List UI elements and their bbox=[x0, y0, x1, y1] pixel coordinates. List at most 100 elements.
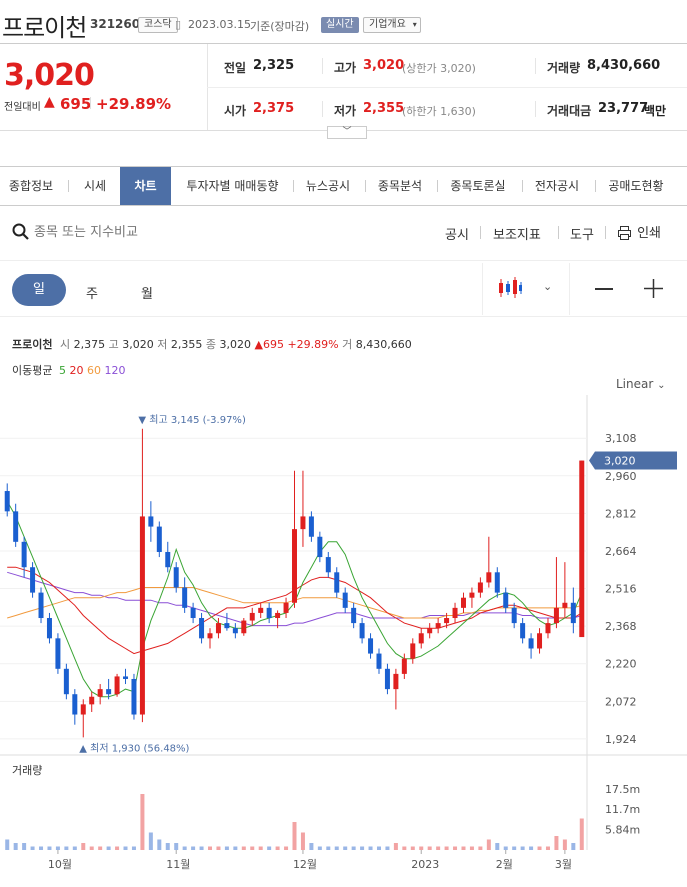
info-high-label: 고 bbox=[108, 338, 119, 351]
tab-investor-trading[interactable]: 투자자별 매매동향 bbox=[175, 167, 290, 205]
tab-analysis[interactable]: 종목분석 bbox=[369, 167, 431, 205]
candle-body bbox=[266, 607, 272, 619]
candle-body bbox=[469, 592, 475, 598]
candle-body bbox=[545, 623, 551, 634]
info-volume-label: 거 bbox=[342, 338, 353, 351]
candlestick-icon[interactable] bbox=[497, 277, 523, 299]
info-change-pct: +29.89% bbox=[287, 338, 339, 351]
price-chart[interactable]: 3,108 2,960 2,812 2,664 2,516 2,368 2,220 2,072… bbox=[0, 395, 687, 887]
max-price-annotation: ▼ 최고 3,145 (-3.97%) bbox=[138, 414, 246, 426]
zoom-in-icon[interactable] bbox=[644, 279, 663, 298]
divider bbox=[595, 180, 596, 192]
print-button[interactable]: 인쇄 bbox=[617, 222, 661, 241]
candle-body bbox=[207, 633, 213, 639]
volume-bar bbox=[148, 832, 153, 850]
y-tick-label: 2,812 bbox=[605, 507, 637, 520]
volume-bar bbox=[402, 846, 407, 850]
y-tick-label: 2,072 bbox=[605, 695, 637, 708]
candle-body bbox=[427, 628, 433, 634]
candle-body bbox=[452, 607, 458, 619]
volume-bar bbox=[385, 846, 390, 850]
candle-body bbox=[292, 529, 297, 603]
company-overview-label: 기업개요 bbox=[369, 19, 406, 30]
divider bbox=[558, 226, 559, 239]
open-value: 2,375 bbox=[253, 101, 295, 116]
volume-bar bbox=[393, 843, 398, 850]
chart-info-line: 프로이천 시 2,375 고 3,020 저 2,355 종 3,020 ▲69… bbox=[12, 336, 412, 352]
volume-bar bbox=[39, 846, 44, 850]
volume-bar bbox=[208, 846, 213, 850]
volume-bar bbox=[360, 846, 365, 850]
print-label: 인쇄 bbox=[637, 226, 662, 241]
y-tick-label: 1,924 bbox=[605, 733, 637, 746]
volume-bar bbox=[157, 839, 162, 850]
indicators-button[interactable]: 보조지표 bbox=[493, 224, 541, 243]
tab-disclosure[interactable]: 전자공시 bbox=[526, 167, 588, 205]
volume-bar bbox=[284, 846, 289, 850]
ma120-label: 120 bbox=[104, 364, 126, 377]
volume-bar bbox=[275, 846, 280, 850]
candle-body bbox=[275, 612, 281, 619]
volume-bar bbox=[165, 843, 170, 850]
amount-unit: 백만 bbox=[644, 104, 667, 118]
divider bbox=[322, 101, 323, 117]
divider bbox=[605, 226, 606, 239]
candle-body bbox=[182, 587, 188, 608]
volume-bar bbox=[512, 846, 517, 850]
volume-bar bbox=[351, 846, 356, 850]
candle-body bbox=[562, 602, 568, 608]
candle-body bbox=[4, 491, 10, 512]
volume-bar bbox=[182, 846, 187, 850]
market-badge: 코스닥 bbox=[138, 17, 178, 33]
expand-toggle[interactable]: ﹀ bbox=[327, 126, 367, 139]
tab-summary[interactable]: 종합정보 bbox=[0, 167, 62, 205]
period-month-button[interactable]: 월 bbox=[141, 283, 153, 302]
realtime-button[interactable]: 실시간 bbox=[321, 17, 359, 33]
period-day-button[interactable]: 일 bbox=[12, 274, 66, 306]
volume-bar bbox=[545, 846, 550, 850]
candle-body bbox=[21, 541, 27, 568]
candle-body bbox=[106, 689, 112, 695]
volume-bar bbox=[106, 846, 111, 850]
divider bbox=[365, 180, 366, 192]
calendar-icon: ▯ bbox=[175, 18, 182, 31]
printer-icon bbox=[618, 225, 631, 240]
volume-bar bbox=[469, 846, 474, 850]
y-tick-label: 2,220 bbox=[605, 658, 637, 671]
volume-bar bbox=[537, 846, 542, 850]
tab-discussion[interactable]: 종목토론실 bbox=[441, 167, 515, 205]
divider bbox=[522, 180, 523, 192]
chevron-down-icon[interactable]: ⌄ bbox=[543, 280, 552, 293]
candle-body bbox=[393, 673, 399, 690]
disclosure-button[interactable]: 공시 bbox=[445, 224, 469, 243]
y-tick-label: 2,516 bbox=[605, 583, 637, 596]
volume-bar bbox=[309, 843, 314, 850]
candle-body bbox=[190, 607, 196, 619]
candle-body bbox=[148, 516, 154, 527]
info-low: 2,355 bbox=[170, 338, 203, 351]
volume-bar bbox=[250, 846, 255, 850]
search-icon[interactable] bbox=[12, 223, 29, 240]
compare-search-input[interactable] bbox=[34, 221, 274, 243]
candle-body bbox=[89, 696, 95, 705]
candle-body bbox=[334, 572, 340, 593]
chevron-down-icon: ⌄ bbox=[657, 380, 666, 391]
volume-bar bbox=[47, 846, 52, 850]
tools-button[interactable]: 도구 bbox=[570, 224, 594, 243]
candle-body bbox=[486, 572, 492, 583]
low-value: 2,355 bbox=[363, 101, 405, 116]
candle-body bbox=[300, 516, 306, 530]
tab-quotes[interactable]: 시세 bbox=[74, 167, 116, 205]
divider bbox=[68, 180, 69, 192]
change-label: 전일대비 bbox=[4, 102, 41, 113]
scale-selector[interactable]: Linear ⌄ bbox=[616, 377, 666, 391]
zoom-out-icon[interactable] bbox=[595, 288, 613, 290]
x-tick-label: 12월 bbox=[293, 858, 317, 871]
candle-body bbox=[72, 694, 78, 715]
tab-news[interactable]: 뉴스공시 bbox=[297, 167, 359, 205]
tab-chart[interactable]: 차트 bbox=[120, 167, 171, 205]
lower-limit: (하한가 1,630) bbox=[402, 105, 476, 118]
period-week-button[interactable]: 주 bbox=[86, 283, 98, 302]
company-overview-button[interactable]: 기업개요 ▾ bbox=[363, 17, 421, 33]
tab-short-selling[interactable]: 공매도현황 bbox=[600, 167, 672, 205]
